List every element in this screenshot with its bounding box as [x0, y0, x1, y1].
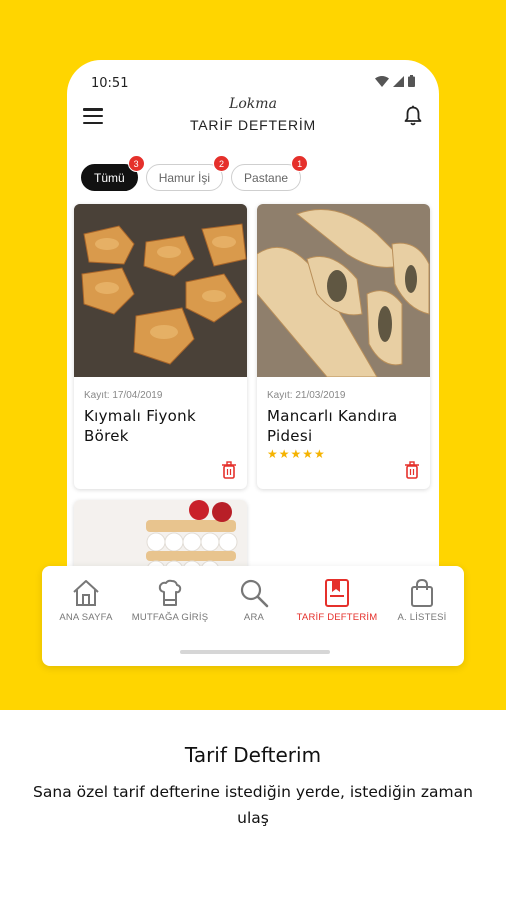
recipe-card[interactable]: Kayıt: 17/04/2019 Kıymalı Fiyonk Börek: [74, 204, 247, 489]
rating-stars: ★★★★★: [267, 447, 326, 461]
filter-chip-label: Tümü: [94, 170, 125, 185]
nav-item-home[interactable]: ANA SAYFA: [44, 578, 128, 623]
home-indicator: [180, 650, 330, 654]
search-icon: [240, 579, 269, 608]
status-icons: [375, 75, 415, 87]
nav-item-shopping-list[interactable]: A. LİSTESİ: [380, 578, 464, 623]
shopping-bag-icon: [411, 578, 433, 607]
nav-label: TARİF DEFTERİM: [296, 612, 378, 623]
status-time: 10:51: [91, 76, 129, 91]
nav-item-recipe-book[interactable]: TARİF DEFTERİM: [294, 578, 380, 623]
recipe-title: Mancarlı Kandıra Pidesi: [267, 407, 398, 445]
recipe-image: [74, 204, 247, 377]
page-title: TARİF DEFTERİM: [189, 117, 317, 133]
filter-count-badge: 3: [127, 155, 145, 172]
recipe-image: [257, 204, 430, 377]
filter-chip-label: Pastane: [244, 170, 289, 185]
nav-item-search[interactable]: ARA: [212, 578, 296, 623]
filter-chip-label: Hamur İşi: [158, 170, 211, 185]
nav-item-kitchen[interactable]: MUTFAĞA GİRİŞ: [128, 578, 212, 623]
signal-icon: [393, 75, 404, 87]
filter-count-badge: 1: [291, 155, 309, 172]
nav-label: MUTFAĞA GİRİŞ: [131, 612, 209, 623]
chef-hat-icon: [158, 579, 182, 606]
recipe-date: Kayıt: 21/03/2019: [267, 390, 346, 401]
trash-icon[interactable]: [221, 461, 237, 479]
notebook-icon: [325, 579, 349, 607]
recipe-card[interactable]: Kayıt: 21/03/2019 Mancarlı Kandıra Pides…: [257, 204, 430, 489]
wifi-icon: [375, 75, 389, 87]
caption-title: Tarif Defterim: [184, 743, 322, 767]
filter-count-badge: 2: [213, 155, 231, 172]
nav-label: ANA SAYFA: [59, 612, 113, 623]
app-header: Lokma TARİF DEFTERİM: [67, 94, 439, 144]
category-filters: Tümü 3 Hamur İşi 2 Pastane 1: [81, 155, 309, 191]
caption-text: Sana özel tarif defterine istediğin yerd…: [33, 783, 473, 827]
recipe-title: Kıymalı Fiyonk Börek: [84, 407, 196, 445]
phone-screen: 10:51 Lokma TARİF DEFTERİM Tümü 3 Hamur …: [67, 60, 439, 620]
app-logo: Lokma: [229, 96, 277, 112]
bell-icon[interactable]: [401, 104, 425, 128]
nav-label: ARA: [243, 612, 265, 623]
battery-icon: [408, 75, 415, 87]
trash-icon[interactable]: [404, 461, 420, 479]
home-icon: [73, 580, 99, 606]
filter-chip-all[interactable]: Tümü 3: [81, 155, 145, 191]
bottom-navigation: ANA SAYFA MUTFAĞA GİRİŞ ARA TARİF DEFTER…: [42, 566, 464, 666]
filter-chip-pastane[interactable]: Pastane 1: [231, 155, 309, 191]
filter-chip-hamur-isi[interactable]: Hamur İşi 2: [145, 155, 231, 191]
nav-label: A. LİSTESİ: [397, 612, 447, 623]
recipe-date: Kayıt: 17/04/2019: [84, 390, 163, 401]
